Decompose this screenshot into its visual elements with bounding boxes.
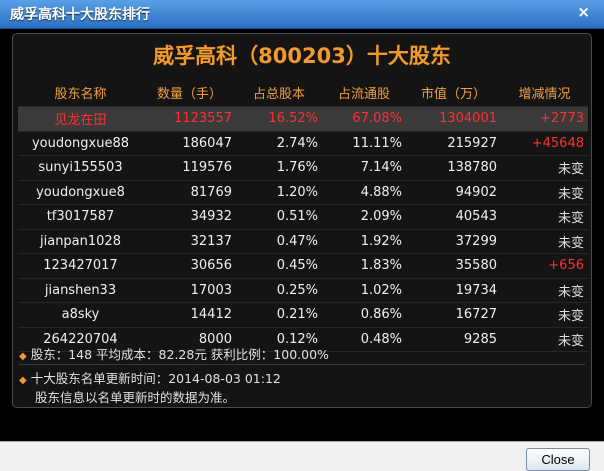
holder-qty: 1123557 [143, 106, 236, 132]
table-row[interactable]: youdongxue8 81769 1.20% 4.88% 94902 未变 [18, 180, 588, 205]
table-row[interactable]: youdongxue88 186047 2.74% 11.11% 215927 … [18, 131, 588, 156]
window-title: 威孚高科十大股东排行 [10, 7, 150, 23]
holder-name: a8sky [18, 302, 143, 328]
title-bar[interactable]: 威孚高科十大股东排行 × [0, 0, 604, 29]
holder-change: 未变 [501, 302, 588, 328]
table-header-row: 股东名称 数量（手） 占总股本 占流通股 市值（万） 增减情况 [18, 78, 588, 107]
holder-total-pct: 0.21% [236, 302, 322, 328]
holder-qty: 17003 [143, 278, 236, 303]
holder-total-pct: 1.20% [236, 180, 322, 205]
table-row[interactable]: tf3017587 34932 0.51% 2.09% 40543 未变 [18, 204, 588, 230]
holder-name: sunyi155503 [18, 155, 143, 181]
holder-float-pct: 1.92% [322, 229, 406, 254]
table-row[interactable]: 见龙在田 1123557 16.52% 67.08% 1304001 +2773 [18, 106, 588, 132]
holder-name: tf3017587 [18, 204, 143, 230]
shareholders-window: 威孚高科十大股东排行 × 威孚高科（800203）十大股东 股东名称 数量（手）… [0, 0, 604, 471]
holder-change: +45648 [501, 131, 588, 156]
column-header-total-pct: 占总股本 [236, 78, 322, 107]
holder-float-pct: 11.11% [322, 131, 406, 156]
divider [19, 364, 585, 365]
holder-float-pct: 4.88% [322, 180, 406, 205]
update-time-text: 十大股东名单更新时间：2014-08-03 01:12 [30, 371, 281, 386]
update-note: ◆ 十大股东名单更新时间：2014-08-03 01:12 股东信息以名单更新时的… [19, 370, 585, 406]
table-row[interactable]: sunyi155503 119576 1.76% 7.14% 138780 未变 [18, 155, 588, 181]
summary-line: ◆ 股东：148 平均成本：82.28元 获利比例：100.00% [19, 344, 585, 363]
holder-market-value: 40543 [406, 204, 501, 230]
holder-total-pct: 0.25% [236, 278, 322, 303]
holder-qty: 30656 [143, 253, 236, 279]
holder-market-value: 16727 [406, 302, 501, 328]
holder-float-pct: 2.09% [322, 204, 406, 230]
holder-qty: 81769 [143, 180, 236, 205]
holder-float-pct: 1.02% [322, 278, 406, 303]
holder-float-pct: 0.86% [322, 302, 406, 328]
holder-qty: 119576 [143, 155, 236, 181]
holder-market-value: 19734 [406, 278, 501, 303]
holder-market-value: 94902 [406, 180, 501, 205]
holder-float-pct: 67.08% [322, 106, 406, 132]
holder-total-pct: 1.76% [236, 155, 322, 181]
holder-change: 未变 [501, 155, 588, 181]
holder-name: jianpan1028 [18, 229, 143, 254]
holder-name: youdongxue88 [18, 131, 143, 156]
holder-market-value: 1304001 [406, 106, 501, 132]
holder-change: +656 [501, 253, 588, 279]
holder-float-pct: 1.83% [322, 253, 406, 279]
column-header-market-value: 市值（万） [406, 78, 501, 107]
table-row[interactable]: 123427017 30656 0.45% 1.83% 35580 +656 [18, 253, 588, 279]
holder-total-pct: 16.52% [236, 106, 322, 132]
holder-market-value: 35580 [406, 253, 501, 279]
holder-market-value: 37299 [406, 229, 501, 254]
panel-heading: 威孚高科（800203）十大股东 [153, 44, 451, 68]
table-row[interactable]: jianpan1028 32137 0.47% 1.92% 37299 未变 [18, 229, 588, 254]
holder-change: 未变 [501, 180, 588, 205]
holder-name: jianshen33 [18, 278, 143, 303]
holder-float-pct: 7.14% [322, 155, 406, 181]
holder-change: 未变 [501, 229, 588, 254]
column-header-name: 股东名称 [18, 78, 143, 107]
close-icon[interactable]: × [577, 3, 590, 21]
table-row[interactable]: a8sky 14412 0.21% 0.86% 16727 未变 [18, 302, 588, 328]
diamond-bullet-icon: ◆ [19, 375, 27, 386]
holder-total-pct: 0.45% [236, 253, 322, 279]
holder-total-pct: 2.74% [236, 131, 322, 156]
holder-market-value: 215927 [406, 131, 501, 156]
holder-change: 未变 [501, 204, 588, 230]
holder-qty: 34932 [143, 204, 236, 230]
column-header-float-pct: 占流通股 [322, 78, 406, 107]
holder-total-pct: 0.47% [236, 229, 322, 254]
holder-qty: 186047 [143, 131, 236, 156]
holder-change: +2773 [501, 106, 588, 132]
dialog-footer: Close [0, 441, 604, 471]
summary-text: 股东：148 平均成本：82.28元 获利比例：100.00% [30, 347, 329, 362]
holder-total-pct: 0.51% [236, 204, 322, 230]
column-header-qty: 数量（手） [143, 78, 236, 107]
disclaimer-text: 股东信息以名单更新时的数据为准。 [35, 390, 236, 405]
holder-change: 未变 [501, 278, 588, 303]
diamond-bullet-icon: ◆ [19, 351, 27, 362]
holder-name: youdongxue8 [18, 180, 143, 205]
close-button[interactable]: Close [526, 448, 590, 471]
column-header-change: 增减情况 [501, 78, 588, 107]
table-row[interactable]: jianshen33 17003 0.25% 1.02% 19734 未变 [18, 278, 588, 303]
holder-name: 123427017 [18, 253, 143, 279]
holder-market-value: 138780 [406, 155, 501, 181]
holder-qty: 32137 [143, 229, 236, 254]
holder-name: 见龙在田 [18, 106, 143, 132]
holder-qty: 14412 [143, 302, 236, 328]
shareholders-table: 股东名称 数量（手） 占总股本 占流通股 市值（万） 增减情况 见龙在田 112… [18, 78, 588, 352]
shareholders-panel: 威孚高科（800203）十大股东 股东名称 数量（手） 占总股本 占流通股 市值… [12, 33, 592, 408]
